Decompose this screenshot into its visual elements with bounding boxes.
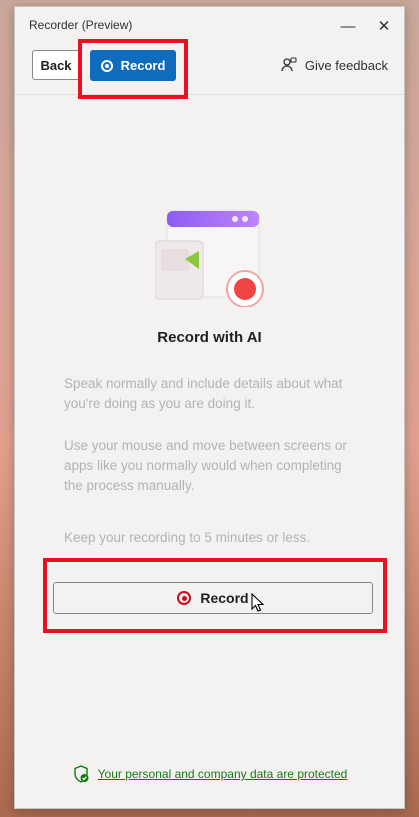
- toolbar: Back Record Give feedback: [15, 45, 404, 91]
- toolbar-divider: [15, 94, 404, 95]
- close-icon[interactable]: ✕: [368, 13, 400, 39]
- page-heading: Record with AI: [157, 329, 262, 346]
- mouse-cursor-icon: [251, 593, 265, 612]
- title-bar: Recorder (Preview) — ✕: [15, 7, 404, 45]
- instruction-duration: Keep your recording to 5 minutes or less…: [64, 530, 311, 545]
- privacy-link[interactable]: Your personal and company data are prote…: [98, 767, 348, 781]
- recorder-window: Recorder (Preview) — ✕ Back Record Give …: [14, 6, 405, 809]
- back-button[interactable]: Back: [32, 50, 80, 80]
- instruction-mouse: Use your mouse and move between screens …: [64, 438, 347, 493]
- record-with-ai-illustration: [155, 210, 264, 307]
- give-feedback-button[interactable]: Give feedback: [281, 50, 388, 80]
- shield-check-icon: [73, 765, 89, 783]
- give-feedback-label: Give feedback: [304, 57, 388, 73]
- instruction-speak: Speak normally and include details about…: [64, 376, 343, 411]
- highlight-box-main-record: [43, 558, 387, 633]
- minimize-icon[interactable]: —: [332, 13, 364, 39]
- feedback-person-icon: [281, 57, 297, 72]
- highlight-box-top-record: [78, 39, 188, 99]
- window-title: Recorder (Preview): [29, 18, 133, 32]
- privacy-footer: Your personal and company data are prote…: [15, 765, 404, 783]
